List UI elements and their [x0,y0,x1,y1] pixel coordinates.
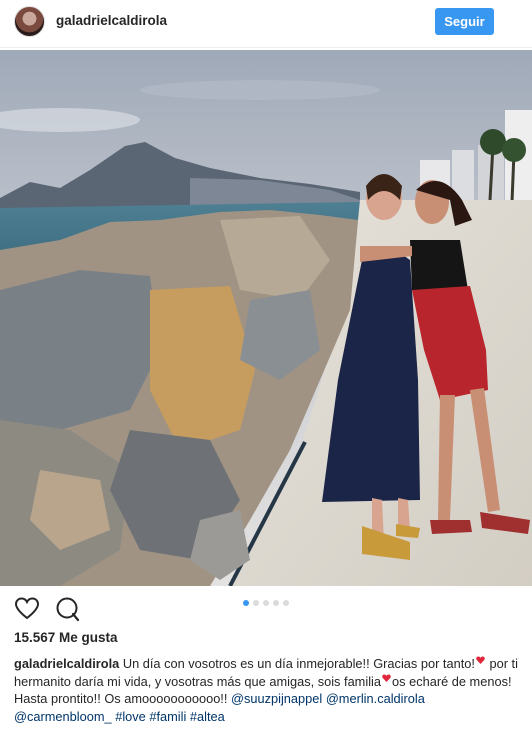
follow-button[interactable]: Seguir [435,8,494,35]
carousel-dot[interactable] [263,600,269,606]
heart-icon[interactable] [14,596,40,622]
carousel-dot[interactable] [253,600,259,606]
caption-text: os echaré [392,673,449,689]
avatar[interactable] [14,6,45,37]
comment-icon[interactable] [54,596,80,622]
hashtag-link[interactable]: #famili [149,709,186,724]
carousel-indicator [243,600,291,608]
mention-link[interactable]: @suuzpijnappel [231,691,322,706]
caption: galadrielcaldirola Un día con vosotros e… [14,655,520,725]
carousel-dot[interactable] [283,600,289,606]
carousel-dot[interactable] [243,600,249,606]
caption-username[interactable]: galadrielcaldirola [14,656,119,671]
post-photo[interactable] [0,50,532,586]
mention-link[interactable]: @merlin.caldirola [326,691,425,706]
post-header: galadrielcaldirola Seguir [0,0,532,48]
hashtag-link[interactable]: #altea [190,709,225,724]
caption-text: Un día con vosotros es un día inmejorabl… [122,656,475,671]
heart-emoji-icon [382,673,391,682]
carousel-dot[interactable] [273,600,279,606]
hashtag-link[interactable]: #love [115,709,146,724]
likes-count[interactable]: 15.567 Me gusta [14,630,118,645]
heart-emoji-icon [476,656,485,664]
mention-link[interactable]: @carmenbloom_ [14,709,112,724]
username-link[interactable]: galadrielcaldirola [56,13,167,28]
